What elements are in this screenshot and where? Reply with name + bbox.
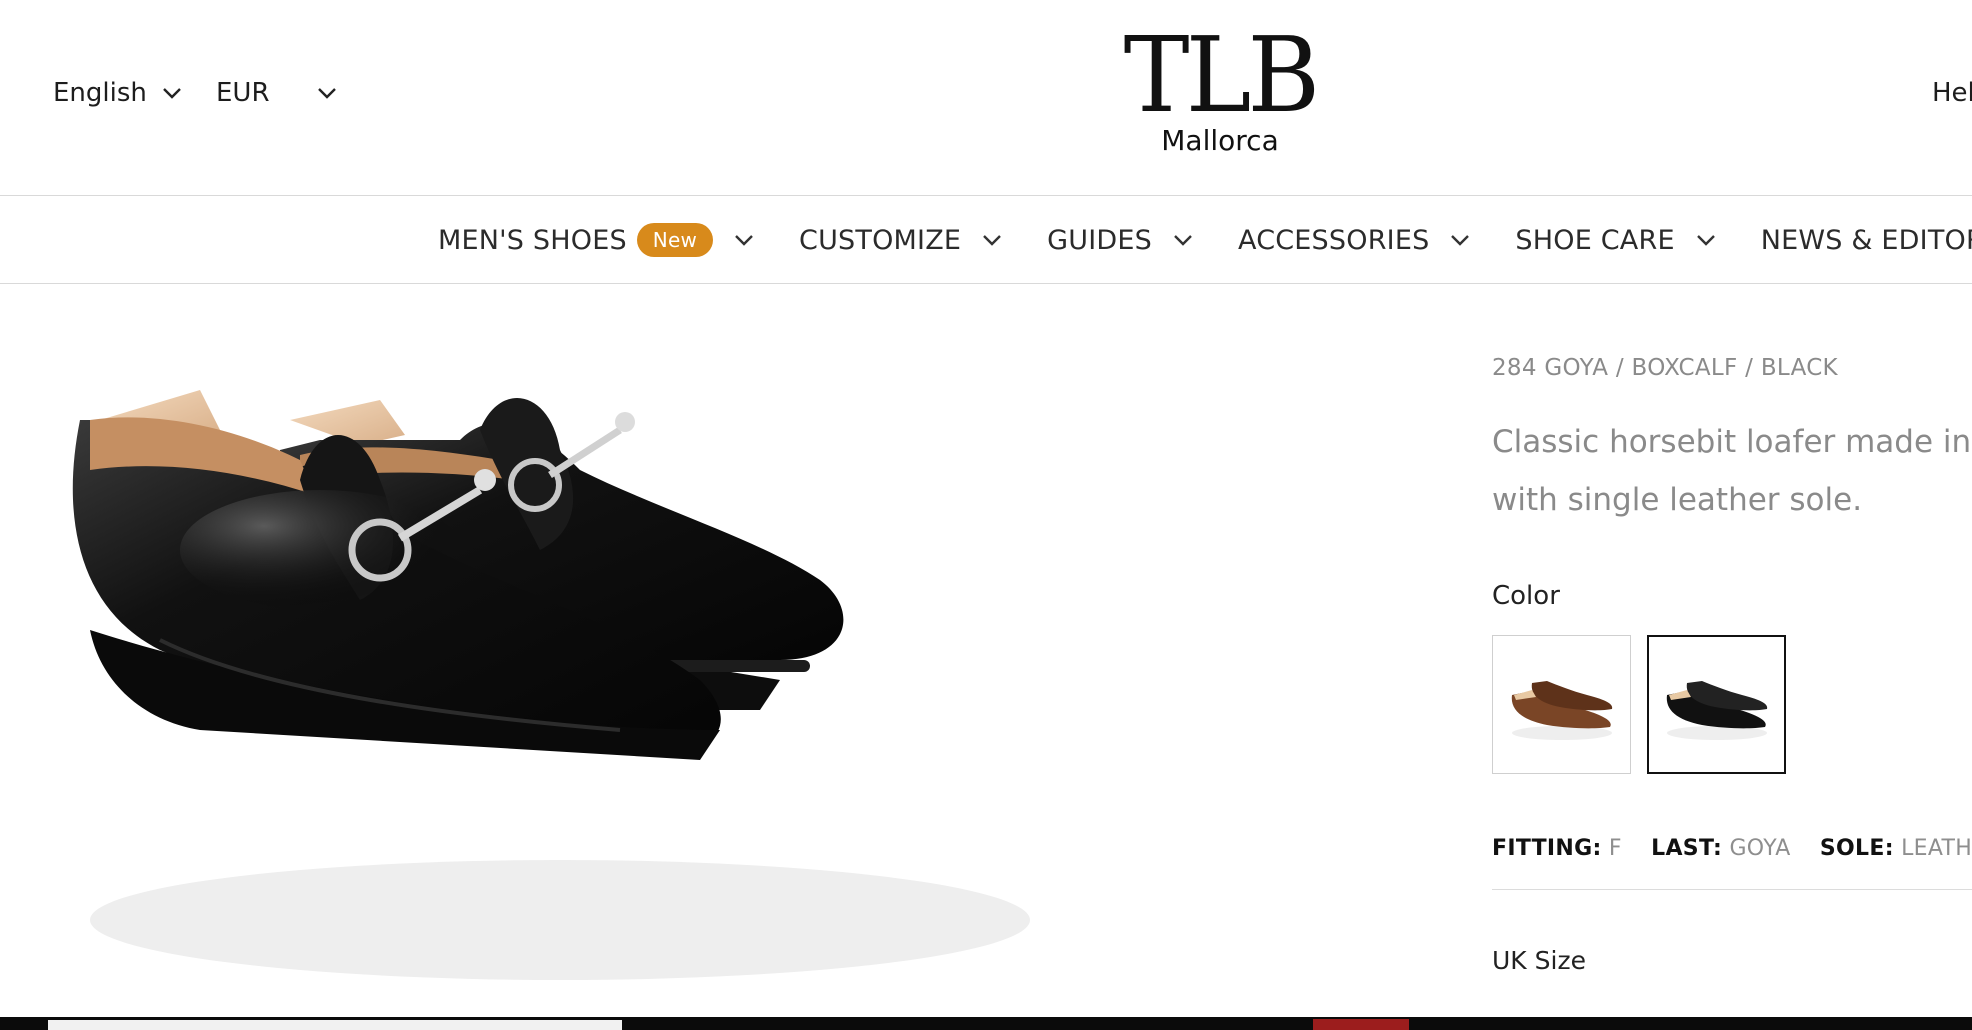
color-swatches — [1492, 635, 1972, 774]
loafer-illustration — [72, 390, 1030, 980]
last-value: GOYA — [1729, 836, 1791, 861]
nav-item-label: ACCESSORIES — [1238, 224, 1430, 256]
logo-mark: TLB — [1123, 14, 1321, 136]
divider — [1492, 889, 1972, 890]
chevron-down-icon — [159, 84, 185, 102]
product-image[interactable] — [60, 360, 1080, 1020]
product-description: Classic horsebit loafer made in bl with … — [1492, 413, 1972, 529]
site-logo[interactable]: TLB Mallorca — [1080, 20, 1360, 157]
swatch-black[interactable] — [1647, 635, 1786, 774]
chevron-down-icon — [314, 84, 340, 102]
bottom-strip-light — [48, 1020, 622, 1030]
currency-label: EUR — [216, 78, 270, 108]
product-info: 284 GOYA / BOXCALF / BLACK Classic horse… — [1492, 355, 1972, 975]
main-navigation: MEN'S SHOES New CUSTOMIZE GUIDES ACCESSO… — [0, 196, 1972, 284]
language-label: English — [53, 78, 147, 108]
bottom-strip — [0, 1017, 1972, 1030]
nav-item-news-editorial[interactable]: NEWS & EDITORIAL — [1761, 225, 1972, 256]
nav-list: MEN'S SHOES New CUSTOMIZE GUIDES ACCESSO… — [438, 196, 1972, 284]
nav-item-label: MEN'S SHOES — [438, 224, 627, 256]
nav-item-label: SHOE CARE — [1515, 224, 1675, 256]
swatch-brown[interactable] — [1492, 635, 1631, 774]
sole-label: SOLE: — [1819, 836, 1894, 861]
black-loafer-thumbnail — [1666, 680, 1767, 740]
product-sku: 284 GOYA / BOXCALF / BLACK — [1492, 355, 1838, 381]
color-label: Color — [1492, 581, 1560, 611]
chevron-down-icon — [979, 231, 1005, 249]
bottom-strip-red — [1313, 1019, 1409, 1030]
nav-item-shoe-care[interactable]: SHOE CARE — [1515, 225, 1718, 256]
uk-size-label: UK Size — [1492, 946, 1586, 975]
nav-item-accessories[interactable]: ACCESSORIES — [1238, 225, 1473, 256]
chevron-down-icon — [1170, 231, 1196, 249]
description-line-2: with single leather sole. — [1492, 482, 1863, 518]
chevron-down-icon — [731, 231, 757, 249]
sole-value: LEATHER — [1901, 836, 1972, 861]
chevron-down-icon — [1693, 231, 1719, 249]
description-line-1: Classic horsebit loafer made in bl — [1492, 424, 1972, 460]
product-specs: FITTING: F LAST: GOYA SOLE: LEATHER — [1492, 836, 1972, 861]
last-label: LAST: — [1651, 836, 1723, 861]
currency-selector[interactable]: EUR — [216, 78, 340, 108]
brown-loafer-thumbnail — [1511, 680, 1612, 740]
nav-item-mens-shoes[interactable]: MEN'S SHOES New — [438, 223, 757, 257]
nav-item-label: CUSTOMIZE — [799, 224, 962, 256]
nav-item-guides[interactable]: GUIDES — [1047, 225, 1196, 256]
new-badge: New — [636, 223, 714, 257]
nav-item-label: GUIDES — [1047, 224, 1152, 256]
help-link[interactable]: Hel — [1932, 78, 1972, 108]
fitting-label: FITTING: — [1492, 836, 1602, 861]
language-selector[interactable]: English — [53, 78, 185, 108]
top-header: English EUR TLB Mallorca Hel — [0, 0, 1972, 196]
chevron-down-icon — [1447, 231, 1473, 249]
nav-item-customize[interactable]: CUSTOMIZE — [799, 225, 1005, 256]
fitting-value: F — [1608, 836, 1622, 861]
nav-item-label: NEWS & EDITORIAL — [1760, 224, 1972, 256]
